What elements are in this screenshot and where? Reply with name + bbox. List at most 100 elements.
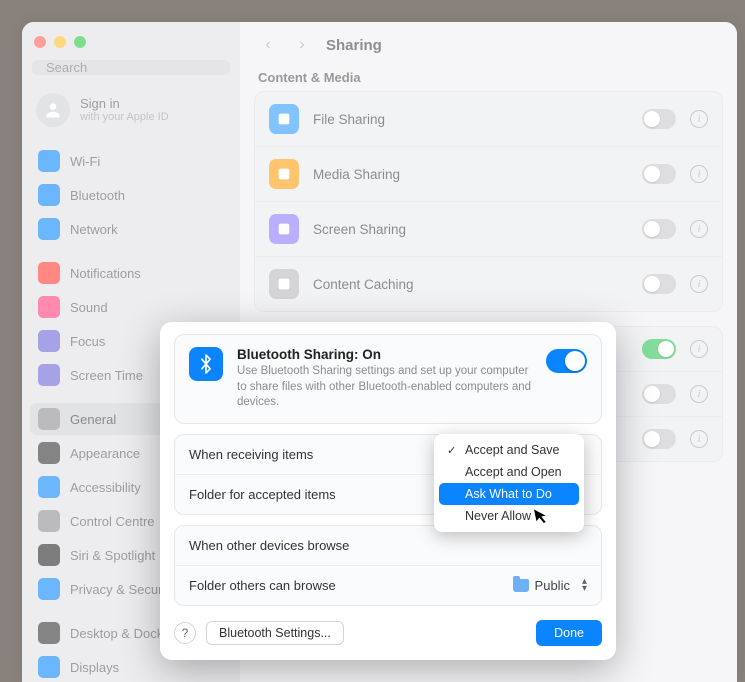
page-title: Sharing	[326, 37, 382, 54]
sidebar-item-label: Screen Time	[70, 368, 143, 383]
sidebar-item-icon	[38, 578, 60, 600]
sidebar-item-label: Desktop & Dock	[70, 626, 163, 641]
option-label: Ask What to Do	[465, 487, 552, 501]
sidebar-item-icon	[38, 262, 60, 284]
row-folder-browse[interactable]: Folder others can browse Public ▴▾	[175, 565, 601, 605]
sidebar-item-icon	[38, 218, 60, 240]
sidebar-item-label: Bluetooth	[70, 188, 125, 203]
folder-browse-label: Folder others can browse	[189, 578, 336, 593]
avatar-icon	[36, 93, 70, 127]
sidebar-item-label: Network	[70, 222, 118, 237]
row-label: Content Caching	[313, 277, 628, 292]
done-button[interactable]: Done	[536, 620, 602, 646]
sidebar-item-icon	[38, 330, 60, 352]
sidebar-item-label: Wi-Fi	[70, 154, 100, 169]
dropdown-option-accept-and-save[interactable]: ✓ Accept and Save	[439, 439, 579, 461]
option-label: Accept and Open	[465, 465, 562, 479]
sidebar-item-notifications[interactable]: Notifications	[30, 257, 232, 289]
sidebar-item-wi-fi[interactable]: Wi-Fi	[30, 145, 232, 177]
content-topbar: ‹ › Sharing	[254, 30, 723, 64]
row-toggle[interactable]	[642, 274, 676, 294]
sign-in-label: Sign in	[80, 96, 169, 112]
close-button[interactable]	[34, 36, 46, 48]
window-controls	[22, 32, 240, 56]
info-icon[interactable]: i	[690, 165, 708, 183]
sidebar-item-network[interactable]: Network	[30, 213, 232, 245]
sidebar-item-icon	[38, 476, 60, 498]
sidebar-item-label: Accessibility	[70, 480, 141, 495]
when-receiving-label: When receiving items	[189, 447, 313, 462]
sidebar-item-label: Siri & Spotlight	[70, 548, 155, 563]
app-icon	[269, 269, 299, 299]
sharing-panel: File SharingiMedia SharingiScreen Sharin…	[254, 91, 723, 312]
row-toggle[interactable]	[642, 109, 676, 129]
sidebar-item-icon	[38, 408, 60, 430]
row-label: Screen Sharing	[313, 222, 628, 237]
sidebar-group-network: Wi-Fi Bluetooth Network	[22, 141, 240, 249]
dialog-description: Use Bluetooth Sharing settings and set u…	[237, 364, 532, 411]
sidebar-item-icon	[38, 296, 60, 318]
sidebar-item-label: General	[70, 412, 116, 427]
sidebar-item-label: Displays	[70, 660, 119, 675]
sidebar-item-icon	[38, 656, 60, 678]
info-icon[interactable]: i	[690, 385, 708, 403]
sharing-row-content-caching[interactable]: Content Caching i	[255, 256, 722, 311]
apple-id-subtitle: with your Apple ID	[80, 111, 169, 124]
section-header: Content & Media	[254, 64, 723, 91]
row-toggle[interactable]	[642, 219, 676, 239]
stepper-icon: ▴▾	[582, 578, 587, 592]
folder-browse-value[interactable]: Public ▴▾	[513, 578, 587, 593]
info-icon[interactable]: i	[690, 275, 708, 293]
folder-icon	[513, 579, 529, 592]
bluetooth-settings-button[interactable]: Bluetooth Settings...	[206, 621, 344, 645]
sidebar-item-icon	[38, 510, 60, 532]
dropdown-option-accept-and-open[interactable]: Accept and Open	[439, 461, 579, 483]
sidebar-item-icon	[38, 364, 60, 386]
row-toggle[interactable]	[642, 339, 676, 359]
maximize-button[interactable]	[74, 36, 86, 48]
folder-accepted-label: Folder for accepted items	[189, 487, 336, 502]
sidebar-item-label: Control Centre	[70, 514, 155, 529]
bluetooth-icon	[189, 347, 223, 381]
sidebar-item-icon	[38, 442, 60, 464]
back-button[interactable]: ‹	[258, 36, 278, 54]
sidebar-item-bluetooth[interactable]: Bluetooth	[30, 179, 232, 211]
info-icon[interactable]: i	[690, 430, 708, 448]
search-input[interactable]	[46, 60, 222, 75]
option-label: Accept and Save	[465, 443, 560, 457]
sidebar-item-icon	[38, 544, 60, 566]
sidebar-item-icon	[38, 150, 60, 172]
option-label: Never Allow	[465, 509, 531, 523]
row-label: File Sharing	[313, 112, 628, 127]
help-button[interactable]: ?	[174, 622, 196, 644]
sidebar-item-label: Notifications	[70, 266, 141, 281]
dialog-title: Bluetooth Sharing: On	[237, 347, 532, 362]
sharing-row-file-sharing[interactable]: File Sharing i	[255, 92, 722, 146]
sharing-row-media-sharing[interactable]: Media Sharing i	[255, 146, 722, 201]
row-toggle[interactable]	[642, 164, 676, 184]
app-icon	[269, 104, 299, 134]
minimize-button[interactable]	[54, 36, 66, 48]
bluetooth-sharing-toggle[interactable]	[546, 349, 587, 373]
sidebar-item-label: Sound	[70, 300, 108, 315]
row-toggle[interactable]	[642, 384, 676, 404]
sidebar-item-icon	[38, 622, 60, 644]
dropdown-option-ask-what-to-do[interactable]: Ask What to Do	[439, 483, 579, 505]
row-label: Media Sharing	[313, 167, 628, 182]
sidebar-item-sound[interactable]: Sound	[30, 291, 232, 323]
dropdown-option-never-allow[interactable]: Never Allow	[439, 505, 579, 527]
row-toggle[interactable]	[642, 429, 676, 449]
check-icon: ✓	[447, 444, 459, 457]
other-browse-label: When other devices browse	[189, 538, 349, 553]
info-icon[interactable]: i	[690, 220, 708, 238]
sharing-row-screen-sharing[interactable]: Screen Sharing i	[255, 201, 722, 256]
apple-id-account[interactable]: Sign in with your Apple ID	[22, 85, 240, 137]
info-icon[interactable]: i	[690, 110, 708, 128]
sidebar-item-label: Focus	[70, 334, 105, 349]
sidebar-item-label: Appearance	[70, 446, 140, 461]
info-icon[interactable]: i	[690, 340, 708, 358]
sidebar-item-icon	[38, 184, 60, 206]
receiving-items-dropdown[interactable]: ✓ Accept and Save Accept and Open Ask What …	[434, 434, 584, 532]
search-field[interactable]	[32, 60, 230, 75]
forward-button[interactable]: ›	[292, 36, 312, 54]
